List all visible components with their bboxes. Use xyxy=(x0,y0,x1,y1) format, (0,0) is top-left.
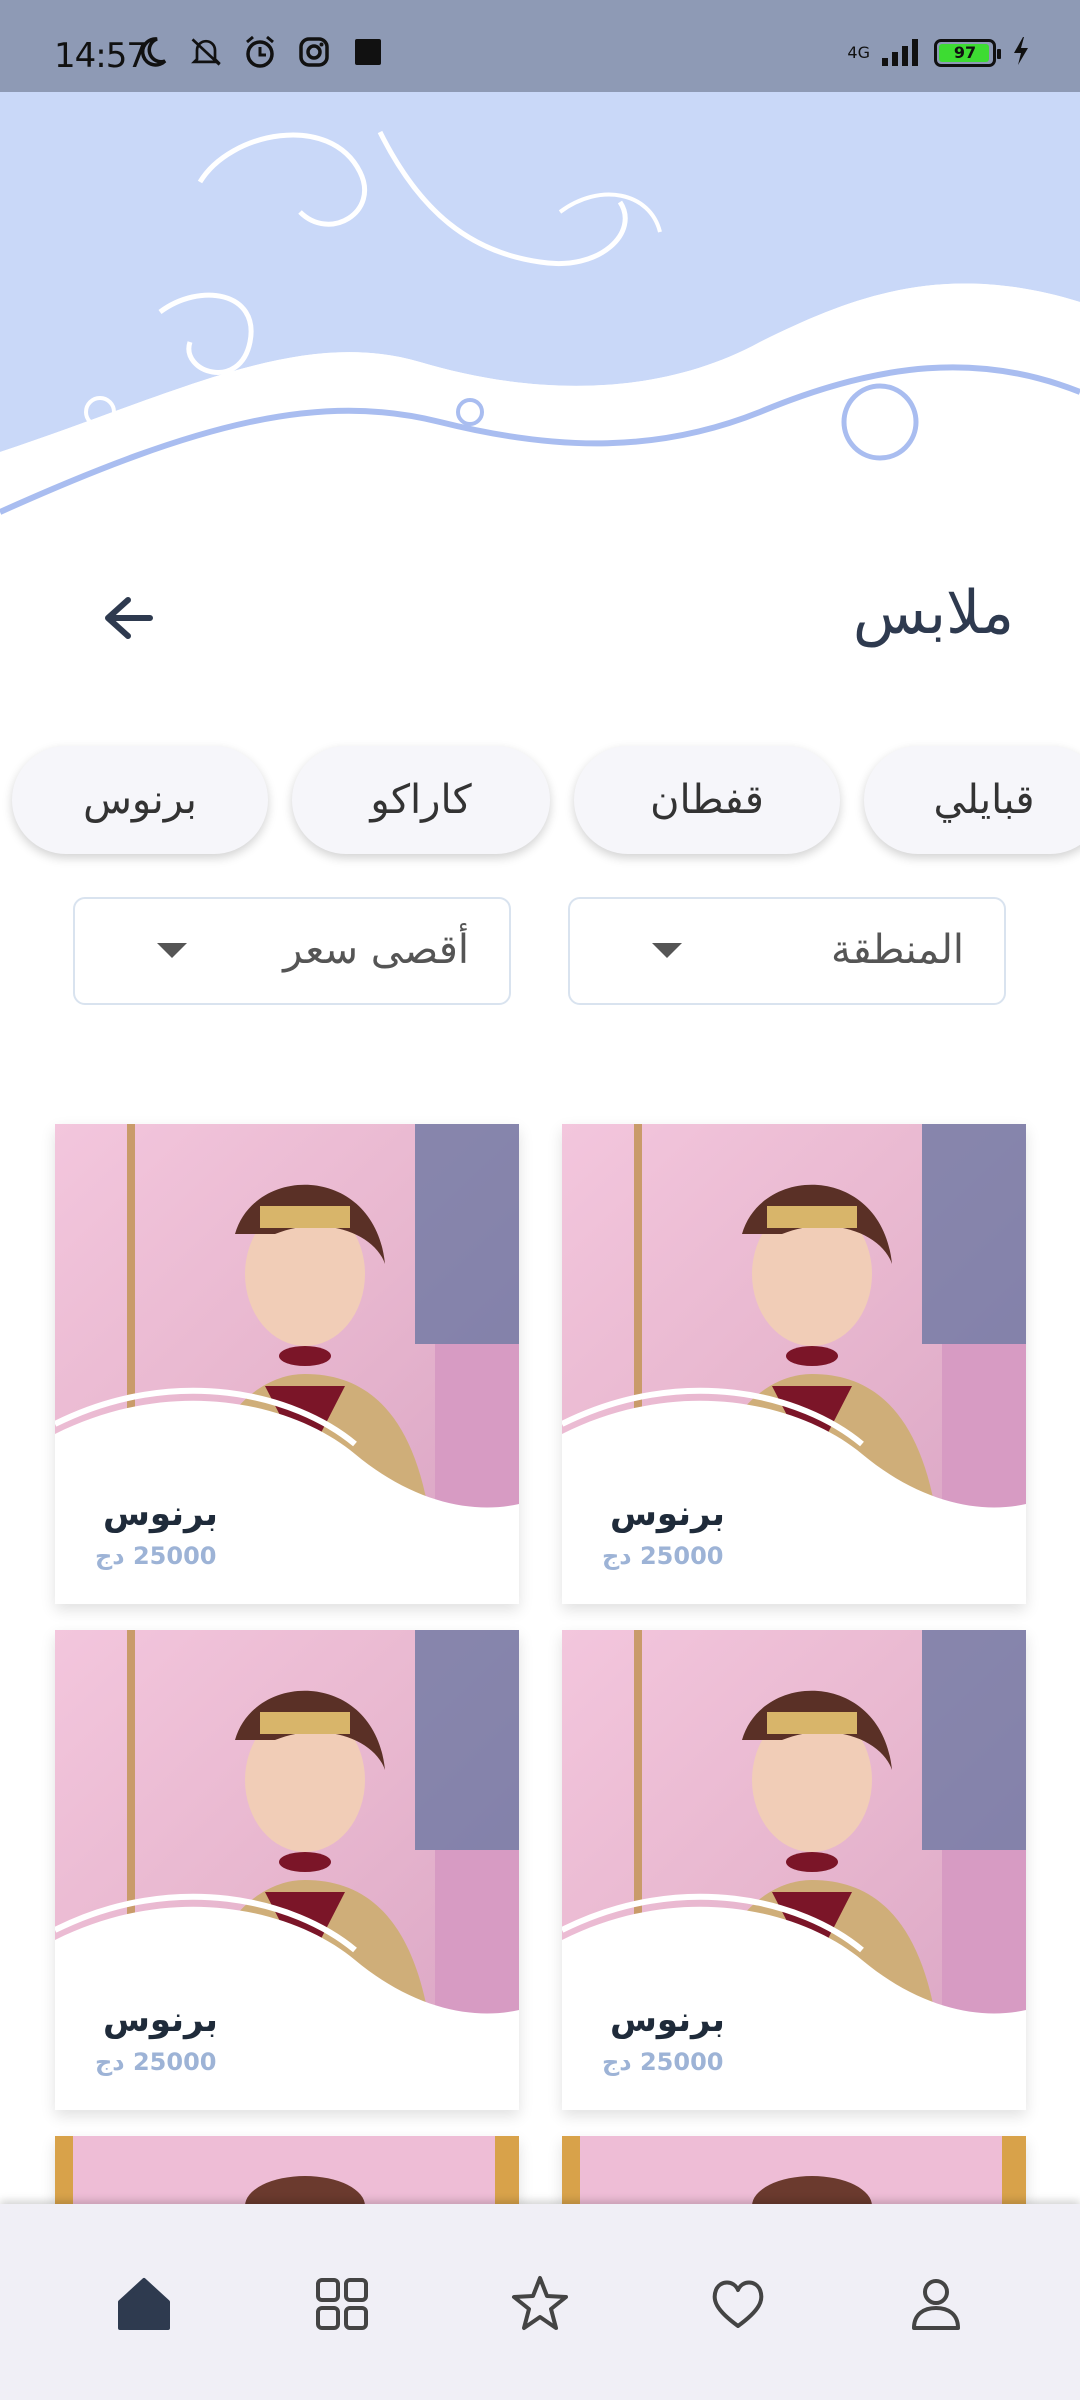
nav-categories[interactable] xyxy=(302,2270,382,2338)
product-card[interactable] xyxy=(562,2136,1026,2206)
status-icons xyxy=(134,34,386,70)
product-name: برنوس xyxy=(610,2000,725,2040)
product-price: 25000 دج xyxy=(602,1542,724,1570)
product-name: برنوس xyxy=(103,1494,218,1534)
product-card[interactable] xyxy=(55,2136,519,2206)
region-dropdown-label: المنطقة xyxy=(831,927,964,973)
product-name: برنوس xyxy=(103,2000,218,2040)
product-name: برنوس xyxy=(610,1494,725,1534)
charging-icon xyxy=(1012,36,1030,70)
page-title: ملابس xyxy=(852,578,1014,648)
chip-burnous[interactable]: برنوس xyxy=(12,746,268,854)
battery-level: 97 xyxy=(953,43,977,62)
grid-icon xyxy=(316,2278,368,2330)
nav-favorites-star[interactable] xyxy=(500,2270,580,2338)
caret-down-icon xyxy=(157,943,187,958)
nav-profile[interactable] xyxy=(896,2270,976,2338)
mute-icon xyxy=(188,34,224,70)
arrow-left-icon xyxy=(105,597,153,639)
battery-icon: 97 xyxy=(934,39,1001,67)
region-dropdown[interactable]: المنطقة xyxy=(568,897,1006,1005)
product-card[interactable]: برنوس 25000 دج xyxy=(562,1124,1026,1604)
instagram-icon xyxy=(296,34,332,70)
product-price: 25000 دج xyxy=(95,1542,217,1570)
user-icon xyxy=(912,2279,960,2330)
max-price-dropdown-label: أقصى سعر xyxy=(283,927,469,973)
product-grid: برنوس 25000 دج برنوس 25000 دج برنوس 2500… xyxy=(0,1120,1080,2206)
network-label: 4G xyxy=(847,43,870,62)
caret-down-icon xyxy=(652,943,682,958)
moon-icon xyxy=(134,34,170,70)
product-card[interactable]: برنوس 25000 دج xyxy=(55,1630,519,2110)
back-button[interactable] xyxy=(92,588,164,648)
product-card[interactable]: برنوس 25000 دج xyxy=(55,1124,519,1604)
chip-caftan[interactable]: قفطان xyxy=(574,746,840,854)
nav-home[interactable] xyxy=(104,2270,184,2338)
product-image xyxy=(562,2136,1026,2206)
header-decoration xyxy=(0,92,1080,572)
chip-kabyle[interactable]: قبايلي xyxy=(864,746,1080,854)
signal-icon xyxy=(880,36,924,70)
product-card[interactable]: برنوس 25000 دج xyxy=(562,1630,1026,2110)
max-price-dropdown[interactable]: أقصى سعر xyxy=(73,897,511,1005)
square-icon xyxy=(350,34,386,70)
status-bar: 14:57 4G 97 xyxy=(0,0,1080,92)
chip-karakou[interactable]: كاراكو xyxy=(292,746,550,854)
status-right: 4G 97 xyxy=(847,36,1030,70)
product-price: 25000 دج xyxy=(95,2048,217,2076)
category-chips: قبايلي قفطان كاراكو برنوس xyxy=(0,746,1080,858)
heart-icon xyxy=(712,2280,764,2328)
alarm-icon xyxy=(242,34,278,70)
product-image xyxy=(55,2136,519,2206)
nav-wishlist[interactable] xyxy=(698,2270,778,2338)
home-icon xyxy=(118,2278,170,2330)
product-price: 25000 دج xyxy=(602,2048,724,2076)
star-icon xyxy=(512,2276,568,2330)
